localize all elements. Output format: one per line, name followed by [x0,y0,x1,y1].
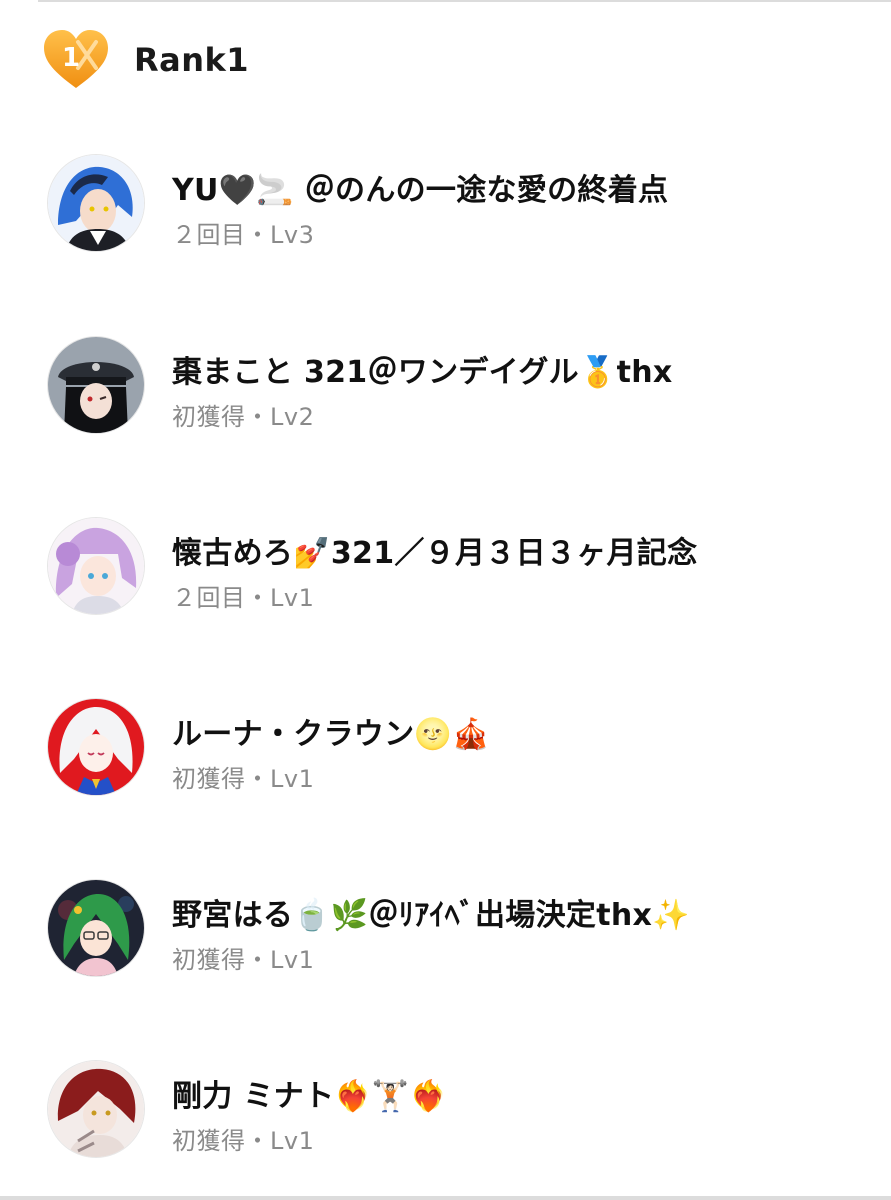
avatar[interactable] [48,880,144,976]
avatar[interactable] [48,518,144,614]
entry-name: 懐古めろ💅321／９月３日３ヶ月記念 [172,536,698,571]
rank-header: 1 Rank1 [42,28,249,92]
entry-name: 剛力 ミナト❤️‍🔥🏋🏻❤️‍🔥 [172,1079,448,1114]
entry-meta: 初獲得・Lv1 [172,1127,315,1155]
list-item[interactable]: YU🖤🚬 ＠のんの一途な愛の終着点 ２回目・Lv3 [0,155,891,255]
entry-name: YU🖤🚬 ＠のんの一途な愛の終着点 [172,173,669,208]
list-item[interactable]: 懐古めろ💅321／９月３日３ヶ月記念 ２回目・Lv1 [0,518,891,618]
entry-meta: 初獲得・Lv2 [172,403,315,431]
avatar[interactable] [48,155,144,251]
top-divider [38,0,891,2]
avatar[interactable] [48,699,144,795]
list-item[interactable]: 棗まこと 321＠ワンデイグル🥇thx 初獲得・Lv2 [0,337,891,437]
entry-name: 棗まこと 321＠ワンデイグル🥇thx [172,355,673,390]
entry-meta: 初獲得・Lv1 [172,765,315,793]
avatar[interactable] [48,337,144,433]
rank1-heart-badge-icon: 1 [42,28,110,92]
entry-meta: ２回目・Lv1 [172,584,315,612]
list-item[interactable]: 野宮はる🍵🌿＠ﾘｱｲﾍﾞ出場決定thx✨ 初獲得・Lv1 [0,880,891,980]
rank-title: Rank1 [134,41,250,79]
entry-meta: ２回目・Lv3 [172,221,315,249]
entry-name: 野宮はる🍵🌿＠ﾘｱｲﾍﾞ出場決定thx✨ [172,898,690,933]
entry-name: ルーナ・クラウン🌝🎪 [172,717,490,752]
list-item[interactable]: ルーナ・クラウン🌝🎪 初獲得・Lv1 [0,699,891,799]
avatar[interactable] [48,1061,144,1157]
rank-badge-numeral: 1 [62,43,80,73]
entry-meta: 初獲得・Lv1 [172,946,315,974]
list-item[interactable]: 剛力 ミナト❤️‍🔥🏋🏻❤️‍🔥 初獲得・Lv1 [0,1061,891,1161]
bottom-divider [0,1196,891,1200]
